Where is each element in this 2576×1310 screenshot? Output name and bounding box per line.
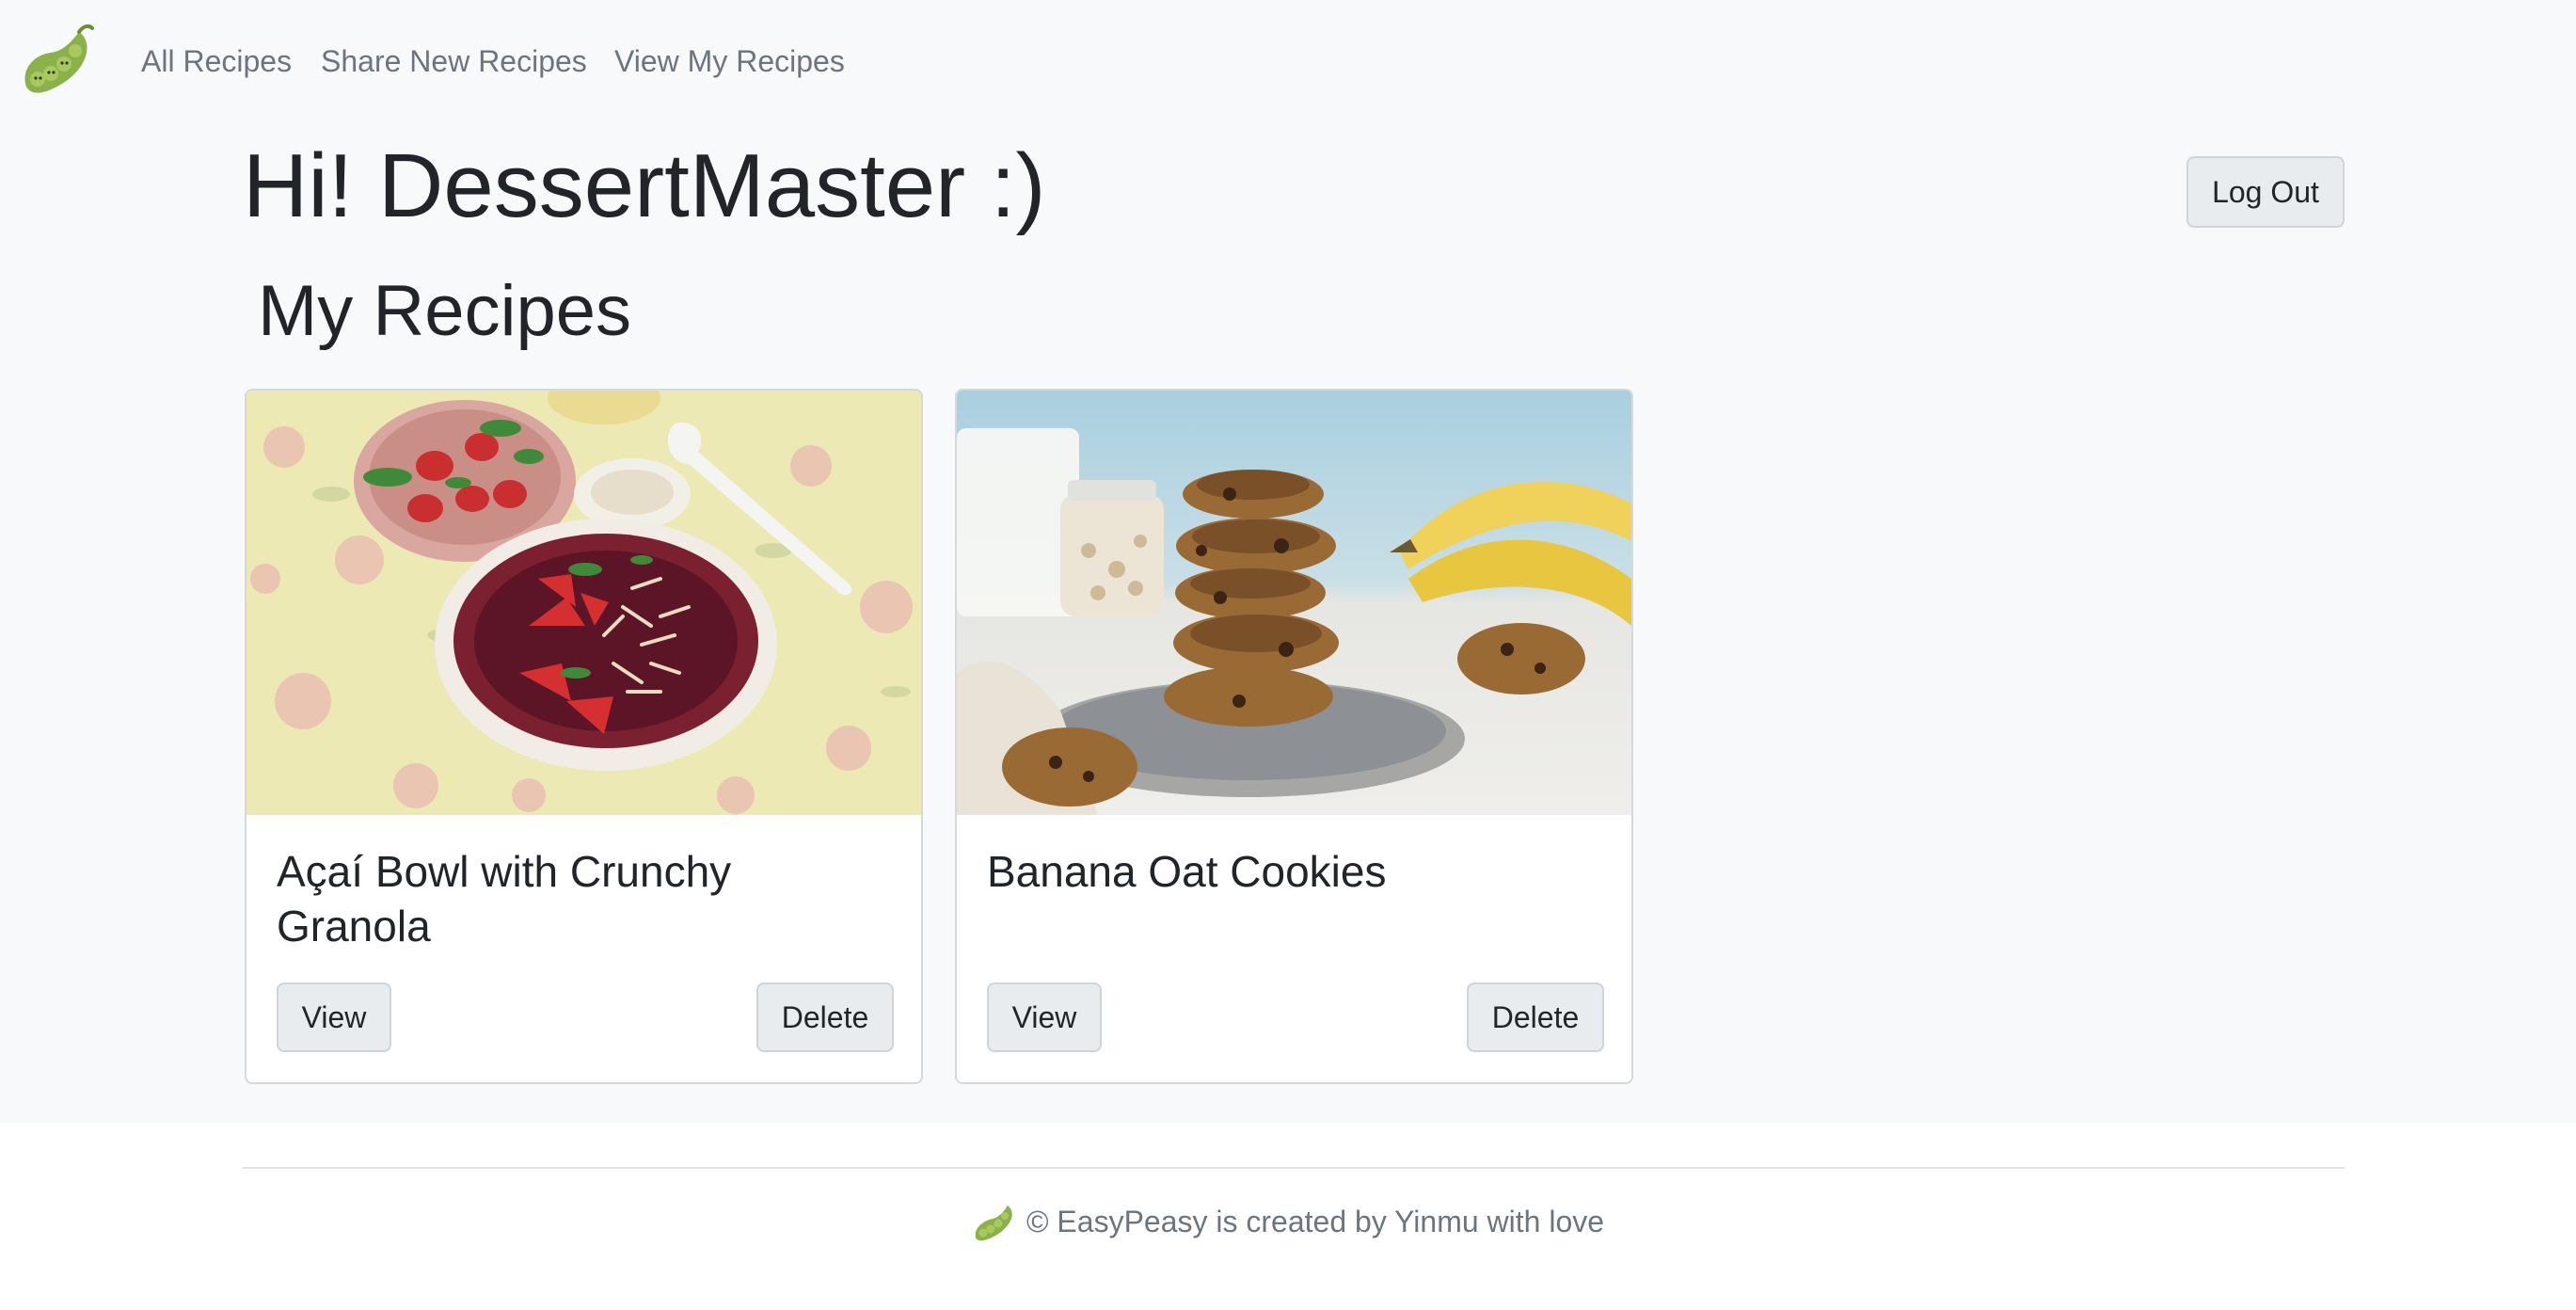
footer: © EasyPeasy is created by Yinmu with lov…	[0, 1197, 2576, 1246]
recipe-title: Açaí Bowl with Crunchy Granola	[277, 847, 732, 951]
footer-divider	[243, 1167, 2345, 1169]
my-recipes-heading: My Recipes	[258, 271, 631, 351]
nav-link-view-my-recipes[interactable]: View My Recipes	[614, 41, 845, 81]
view-recipe-button[interactable]: View	[277, 982, 391, 1052]
delete-recipe-button[interactable]: Delete	[756, 982, 894, 1052]
greeting-heading: Hi! DessertMaster :)	[243, 136, 1046, 236]
log-out-button[interactable]: Log Out	[2186, 156, 2345, 228]
page: All Recipes Share New Recipes View My Re…	[0, 0, 2576, 1310]
banana-oat-cookies-photo	[957, 391, 1631, 815]
view-recipe-button[interactable]: View	[987, 982, 1102, 1052]
footer-text: © EasyPeasy is created by Yinmu with lov…	[1026, 1205, 1605, 1238]
pea-pod-logo-icon[interactable]	[17, 21, 98, 102]
recipe-card: Açaí Bowl with Crunchy Granola View Dele…	[245, 389, 923, 1084]
recipe-title: Banana Oat Cookies	[987, 847, 1387, 896]
pea-pod-icon	[975, 1206, 1012, 1241]
recipe-card: Banana Oat Cookies View Delete	[955, 389, 1633, 1084]
main-area: All Recipes Share New Recipes View My Re…	[0, 0, 2576, 1123]
nav-link-share-new-recipes[interactable]: Share New Recipes	[321, 41, 587, 81]
acai-bowl-photo	[246, 391, 921, 815]
nav-link-all-recipes[interactable]: All Recipes	[141, 41, 292, 81]
delete-recipe-button[interactable]: Delete	[1467, 982, 1604, 1052]
